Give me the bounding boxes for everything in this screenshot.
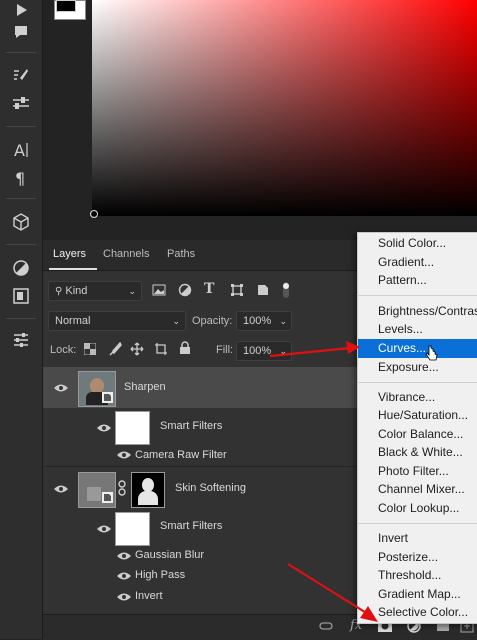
menu-item-levels[interactable]: Levels... bbox=[378, 322, 423, 336]
menu-item-color-lookup[interactable]: Color Lookup... bbox=[378, 501, 459, 515]
color-field[interactable] bbox=[92, 0, 477, 216]
adjustment-icon[interactable] bbox=[8, 256, 34, 280]
menu-item-channel-mixer[interactable]: Channel Mixer... bbox=[378, 482, 465, 496]
menu-item-threshold[interactable]: Threshold... bbox=[378, 568, 441, 582]
menu-item-gradient[interactable]: Gradient... bbox=[378, 255, 434, 269]
adjustment-filter-icon[interactable] bbox=[178, 283, 192, 297]
filter-item[interactable]: Gaussian Blur bbox=[135, 549, 204, 561]
type-icon[interactable]: A bbox=[8, 138, 34, 162]
layer-name[interactable]: Skin Softening bbox=[175, 482, 246, 494]
smart-filter-mask-thumbnail[interactable] bbox=[115, 512, 150, 546]
blend-mode-value: Normal bbox=[55, 315, 91, 327]
link-icon[interactable] bbox=[117, 480, 127, 496]
filter-toggle-icon[interactable] bbox=[280, 280, 292, 300]
filter-item[interactable]: Invert bbox=[135, 590, 163, 602]
menu-item-hue-saturation[interactable]: Hue/Saturation... bbox=[378, 408, 468, 422]
menu-separator bbox=[357, 295, 477, 296]
paragraph-icon[interactable]: ¶ bbox=[8, 166, 34, 190]
frame-icon[interactable] bbox=[8, 284, 34, 308]
foreground-color-swatch[interactable] bbox=[56, 0, 76, 12]
chevron-down-icon: ⌄ bbox=[128, 286, 136, 296]
menu-item-vibrance[interactable]: Vibrance... bbox=[378, 390, 435, 404]
visibility-eye-icon[interactable] bbox=[96, 524, 112, 534]
smart-filters-label: Smart Filters bbox=[160, 420, 223, 432]
menu-item-black-white[interactable]: Black & White... bbox=[378, 445, 463, 459]
tab-layers[interactable]: Layers bbox=[53, 248, 86, 260]
shape-filter-icon[interactable] bbox=[230, 283, 244, 297]
chevron-down-icon: ⌄ bbox=[279, 316, 287, 326]
menu-separator bbox=[357, 523, 477, 524]
menu-separator bbox=[357, 382, 477, 383]
search-icon: ⚲ bbox=[55, 286, 63, 297]
opacity-value: 100% bbox=[243, 315, 272, 327]
brush-settings-icon[interactable] bbox=[8, 64, 34, 88]
layer-mask-thumbnail[interactable] bbox=[131, 472, 165, 508]
menu-item-gradient-map[interactable]: Gradient Map... bbox=[378, 587, 461, 601]
smart-object-badge-icon bbox=[102, 492, 113, 503]
visibility-eye-icon[interactable] bbox=[116, 592, 132, 602]
smart-object-filter-icon[interactable] bbox=[256, 283, 270, 297]
type-filter-icon[interactable]: T bbox=[204, 281, 214, 297]
menu-item-selective-color[interactable]: Selective Color... bbox=[378, 605, 468, 619]
menu-item-pattern[interactable]: Pattern... bbox=[378, 273, 427, 287]
smart-filter-mask-thumbnail[interactable] bbox=[115, 411, 150, 445]
smart-filters-label: Smart Filters bbox=[160, 520, 223, 532]
chevron-down-icon: ⌄ bbox=[172, 316, 180, 326]
visibility-eye-icon[interactable] bbox=[116, 571, 132, 581]
menu-item-brightness-contrast[interactable]: Brightness/Contrast... bbox=[378, 304, 477, 318]
svg-text:A: A bbox=[14, 141, 25, 160]
lock-pixels-icon[interactable] bbox=[108, 342, 122, 356]
image-filter-icon[interactable] bbox=[152, 283, 166, 297]
visibility-eye-icon[interactable] bbox=[53, 484, 69, 494]
annotation-arrow-curves bbox=[269, 341, 360, 358]
menu-item-invert[interactable]: Invert bbox=[378, 531, 408, 545]
filter-item[interactable]: High Pass bbox=[135, 569, 185, 581]
opacity-label: Opacity: bbox=[192, 315, 233, 327]
lock-all-icon[interactable] bbox=[178, 341, 192, 355]
mouse-cursor-icon bbox=[425, 345, 438, 361]
menu-item-color-balance[interactable]: Color Balance... bbox=[378, 427, 463, 441]
smart-object-badge-icon bbox=[102, 392, 113, 403]
visibility-eye-icon[interactable] bbox=[116, 450, 132, 460]
lock-position-icon[interactable] bbox=[130, 342, 144, 356]
sliders-icon[interactable] bbox=[8, 92, 34, 116]
menu-item-photo-filter[interactable]: Photo Filter... bbox=[378, 464, 449, 478]
properties-icon[interactable] bbox=[8, 328, 34, 352]
lock-artboard-icon[interactable] bbox=[154, 342, 168, 356]
visibility-eye-icon[interactable] bbox=[96, 423, 112, 433]
tools-toolbar: A ¶ bbox=[0, 0, 43, 639]
menu-item-posterize[interactable]: Posterize... bbox=[378, 550, 438, 564]
filter-item[interactable]: Camera Raw Filter bbox=[135, 449, 227, 461]
layer-name[interactable]: Sharpen bbox=[124, 381, 166, 393]
kind-filter-value: Kind bbox=[65, 285, 88, 297]
fill-value: 100% bbox=[243, 345, 272, 357]
lock-label: Lock: bbox=[50, 344, 77, 356]
menu-item-curves[interactable]: Curves... bbox=[378, 341, 426, 355]
lock-transparent-icon[interactable] bbox=[84, 343, 96, 355]
fill-label: Fill: bbox=[216, 344, 234, 356]
svg-text:¶: ¶ bbox=[15, 169, 25, 188]
color-picker-cursor[interactable] bbox=[90, 210, 98, 218]
annotation-arrow-adjustment bbox=[287, 563, 378, 622]
tab-channels[interactable]: Channels bbox=[103, 248, 149, 260]
cube-icon[interactable] bbox=[8, 210, 34, 234]
kind-filter-select[interactable]: ⚲ Kind ⌄ bbox=[48, 281, 142, 301]
menu-item-solid-color[interactable]: Solid Color... bbox=[378, 236, 446, 250]
comment-icon[interactable] bbox=[8, 20, 34, 44]
tab-paths[interactable]: Paths bbox=[167, 248, 195, 260]
opacity-input[interactable]: 100% ⌄ bbox=[236, 311, 292, 331]
blend-mode-select[interactable]: Normal ⌄ bbox=[48, 311, 186, 331]
visibility-eye-icon[interactable] bbox=[53, 383, 69, 393]
visibility-eye-icon[interactable] bbox=[116, 551, 132, 561]
